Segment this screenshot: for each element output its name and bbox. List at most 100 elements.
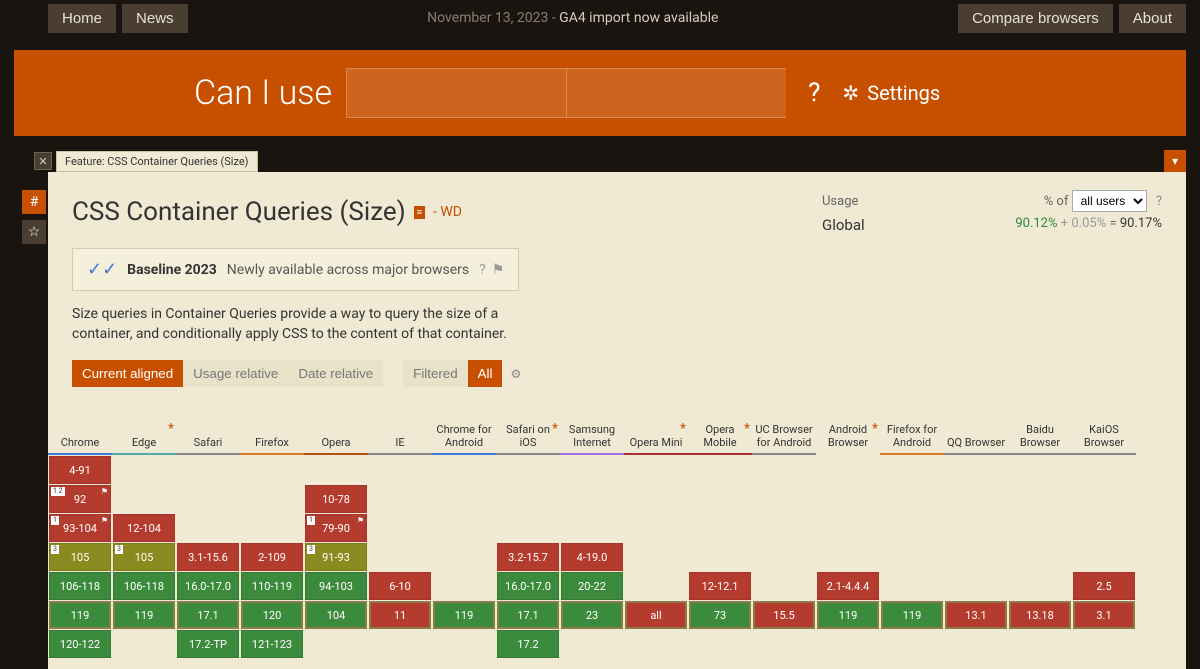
version-cell[interactable]: 91-933	[305, 543, 367, 571]
usage-relative-button[interactable]: Usage relative	[183, 360, 288, 387]
version-cell[interactable]: 15.5	[753, 601, 815, 629]
filter-icon[interactable]: ▾	[1164, 150, 1186, 172]
browser-header[interactable]: QQ Browser	[944, 403, 1008, 455]
version-cell[interactable]: 16.0-17.0	[497, 572, 559, 600]
version-cell	[1073, 543, 1135, 571]
browser-header[interactable]: Firefox	[240, 403, 304, 455]
settings-button[interactable]: ✲ Settings	[842, 81, 940, 105]
version-cell[interactable]: 13.1	[945, 601, 1007, 629]
version-cell[interactable]: all	[625, 601, 687, 629]
version-cell	[369, 543, 431, 571]
version-cell	[1073, 514, 1135, 542]
browser-header[interactable]: KaiOS Browser	[1072, 403, 1136, 455]
version-cell[interactable]: 11	[369, 601, 431, 629]
version-cell[interactable]: 921 2⚑	[49, 485, 111, 513]
browser-header[interactable]: Chrome	[48, 403, 112, 455]
version-cell[interactable]: 6-10	[369, 572, 431, 600]
version-cell[interactable]: 3.2-15.7	[497, 543, 559, 571]
version-cell[interactable]: 1053	[113, 543, 175, 571]
version-cell	[689, 485, 751, 513]
version-cell[interactable]: 20-22	[561, 572, 623, 600]
version-cell[interactable]: 16.0-17.0	[177, 572, 239, 600]
star-icon[interactable]: ☆	[22, 220, 46, 244]
feedback-icon[interactable]: ⚑	[492, 262, 505, 278]
help-icon[interactable]: ?	[1156, 194, 1162, 209]
version-cell[interactable]: 3.1-15.6	[177, 543, 239, 571]
version-cell[interactable]: 120	[241, 601, 303, 629]
browser-header[interactable]: Chrome for Android	[432, 403, 496, 455]
date-relative-button[interactable]: Date relative	[288, 360, 383, 387]
version-cell[interactable]: 79-901⚑	[305, 514, 367, 542]
version-cell[interactable]: 4-19.0	[561, 543, 623, 571]
browser-header[interactable]: Opera	[304, 403, 368, 455]
close-tab-button[interactable]: ✕	[34, 152, 52, 170]
version-cell	[945, 456, 1007, 484]
browser-header[interactable]: UC Browser for Android	[752, 403, 816, 455]
version-cell[interactable]: 94-103	[305, 572, 367, 600]
version-cell[interactable]: 119	[433, 601, 495, 629]
version-cell[interactable]: 23	[561, 601, 623, 629]
version-cell[interactable]: 12-12.1	[689, 572, 751, 600]
version-cell[interactable]: 13.18	[1009, 601, 1071, 629]
all-button[interactable]: All	[468, 360, 503, 387]
announcement[interactable]: November 13, 2023 - GA4 import now avail…	[188, 10, 959, 26]
version-cell[interactable]: 17.1	[177, 601, 239, 629]
version-cell	[113, 485, 175, 513]
current-aligned-button[interactable]: Current aligned	[72, 360, 183, 387]
browser-header[interactable]: Edge*	[112, 403, 176, 455]
version-cell[interactable]: 73	[689, 601, 751, 629]
hash-icon[interactable]: #	[22, 190, 46, 214]
version-cell[interactable]: 17.1	[497, 601, 559, 629]
version-cell[interactable]: 106-118	[113, 572, 175, 600]
browser-header[interactable]: Safari on iOS*	[496, 403, 560, 455]
browser-header[interactable]: Baidu Browser	[1008, 403, 1072, 455]
version-cell	[433, 514, 495, 542]
users-select[interactable]: all users	[1072, 190, 1147, 212]
version-cell[interactable]: 119	[881, 601, 943, 629]
version-cell	[1073, 485, 1135, 513]
version-cell[interactable]: 119	[817, 601, 879, 629]
about-link[interactable]: About	[1119, 4, 1186, 33]
news-link[interactable]: News	[122, 4, 188, 33]
version-cell[interactable]: 2.1-4.4.4	[817, 572, 879, 600]
version-cell	[369, 456, 431, 484]
version-cell[interactable]: 93-1041⚑	[49, 514, 111, 542]
filtered-button[interactable]: Filtered	[403, 360, 467, 387]
usage-label: Usage	[822, 194, 858, 209]
version-cell[interactable]: 119	[49, 601, 111, 629]
browser-header[interactable]: Firefox for Android	[880, 403, 944, 455]
version-cell[interactable]: 119	[113, 601, 175, 629]
version-cell[interactable]: 104	[305, 601, 367, 629]
browser-header[interactable]: Opera Mobile*	[688, 403, 752, 455]
version-cell	[881, 543, 943, 571]
browser-header[interactable]: Opera Mini*	[624, 403, 688, 455]
info-icon[interactable]: ?	[479, 262, 486, 278]
browser-header[interactable]: IE	[368, 403, 432, 455]
compare-link[interactable]: Compare browsers	[958, 4, 1113, 33]
version-cell	[1009, 485, 1071, 513]
version-cell[interactable]: 12-104	[113, 514, 175, 542]
version-cell[interactable]: 10-78	[305, 485, 367, 513]
topbar: Home News November 13, 2023 - GA4 import…	[0, 0, 1200, 36]
spec-status[interactable]: - WD	[433, 204, 462, 220]
feature-tab[interactable]: Feature: CSS Container Queries (Size)	[56, 151, 258, 172]
version-cell[interactable]: 110-119	[241, 572, 303, 600]
tab-row: ✕ Feature: CSS Container Queries (Size) …	[34, 150, 1186, 172]
home-link[interactable]: Home	[48, 4, 116, 33]
version-cell	[113, 456, 175, 484]
version-cell[interactable]: 1053	[49, 543, 111, 571]
search-input-1[interactable]	[346, 68, 566, 118]
version-cell[interactable]: 3.1	[1073, 601, 1135, 629]
browser-header[interactable]: Android Browser*	[816, 403, 880, 455]
browser-header[interactable]: Safari	[176, 403, 240, 455]
version-cell[interactable]: 2-109	[241, 543, 303, 571]
version-cell	[753, 514, 815, 542]
version-cell	[497, 456, 559, 484]
view-settings-icon[interactable]: ⚙	[510, 367, 521, 381]
version-cell	[753, 485, 815, 513]
search-input-2[interactable]	[566, 68, 786, 118]
version-cell[interactable]: 106-118	[49, 572, 111, 600]
version-cell[interactable]: 2.5	[1073, 572, 1135, 600]
browser-header[interactable]: Samsung Internet	[560, 403, 624, 455]
version-cell[interactable]: 4-91	[49, 456, 111, 484]
